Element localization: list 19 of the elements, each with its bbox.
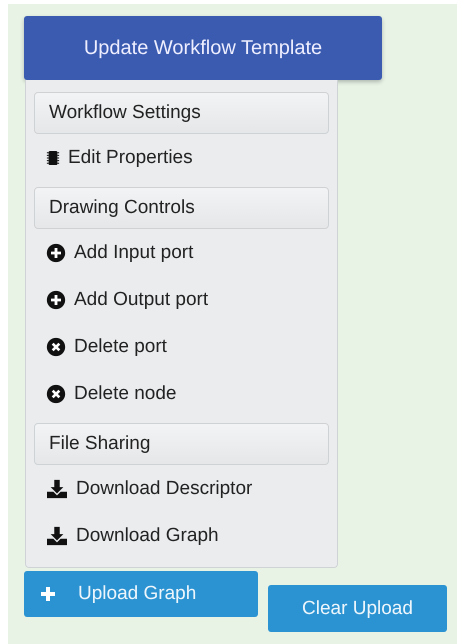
menu-item[interactable]: Add Output port [34, 276, 329, 323]
menu-item[interactable]: Delete node [34, 370, 329, 417]
close-circle-icon [46, 384, 66, 404]
menu-item[interactable]: Download Graph [34, 512, 329, 559]
close-circle-icon [46, 336, 66, 356]
menu-item[interactable]: Edit Properties [34, 134, 329, 181]
menu-item[interactable]: Delete port [34, 323, 329, 370]
plus-icon [40, 586, 56, 602]
download-icon [46, 478, 68, 498]
menu-section-header: Workflow Settings [34, 92, 329, 134]
update-template-button[interactable]: Update Workflow Template [24, 16, 382, 80]
menu-section-header: Drawing Controls [34, 187, 329, 229]
plus-circle-icon [46, 290, 66, 310]
plus-circle-icon [46, 242, 66, 262]
menu-item[interactable]: Add Input port [34, 229, 329, 276]
menu-section-header: File Sharing [34, 423, 329, 465]
download-icon [46, 526, 68, 546]
menu-item[interactable]: Download Descriptor [34, 465, 329, 512]
chip-icon [46, 148, 60, 166]
